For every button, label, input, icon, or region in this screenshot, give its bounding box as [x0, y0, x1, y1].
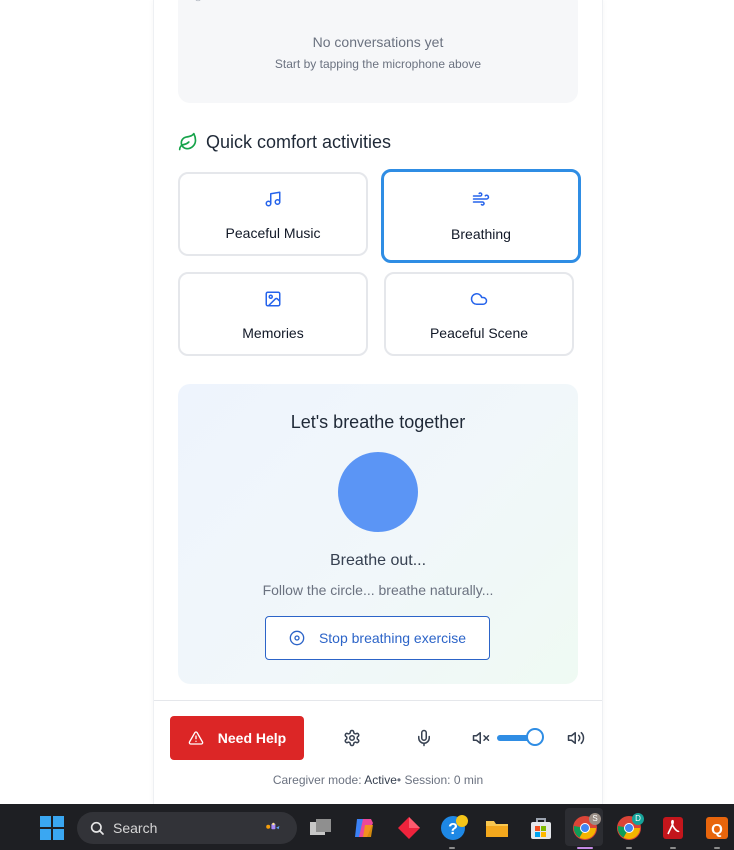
need-help-button[interactable]: Need Help: [170, 716, 304, 760]
cloud-icon: [470, 293, 488, 305]
breathing-circle: [338, 452, 418, 532]
notification-badge: [456, 815, 468, 827]
running-indicator: [714, 847, 720, 849]
breathing-panel: Let's breathe together Breathe out... Fo…: [178, 384, 578, 684]
conversation-history-box: ◡ No conversations yet Start by tapping …: [178, 0, 578, 103]
session-duration: Session: 0 min: [404, 773, 484, 787]
images-icon: [265, 291, 281, 307]
stop-circle-icon: [289, 630, 305, 646]
status-line: Caregiver mode: Active• Session: 0 min: [154, 773, 602, 787]
profile-badge-icon: D: [632, 813, 644, 825]
activities-title: Quick comfort activities: [206, 131, 392, 152]
activity-label: Peaceful Scene: [429, 325, 529, 341]
running-indicator: [670, 847, 676, 849]
running-indicator: [626, 847, 632, 849]
activity-memories[interactable]: Memories: [178, 272, 368, 356]
svg-text:Q: Q: [711, 821, 723, 838]
stop-breathing-button[interactable]: Stop breathing exercise: [265, 616, 490, 660]
microphone-icon[interactable]: [415, 729, 433, 747]
empty-conversations-title: No conversations yet: [312, 34, 444, 50]
active-indicator: [577, 847, 593, 849]
app-panel: ◡ No conversations yet Start by tapping …: [153, 0, 603, 804]
windows-start-icon[interactable]: [40, 816, 64, 840]
microsoft-store-icon[interactable]: [528, 815, 554, 841]
volume-slider[interactable]: [497, 728, 549, 748]
activity-label: Memories: [242, 325, 304, 341]
breathing-title: Let's breathe together: [290, 412, 466, 432]
search-highlight-art-icon: [266, 822, 280, 830]
status-separator: •: [396, 773, 402, 787]
activity-label: Breathing: [451, 226, 511, 242]
activity-label: Peaceful Music: [225, 225, 321, 241]
wind-icon: [472, 192, 490, 206]
leaf-icon: [178, 132, 197, 151]
search-icon: [90, 821, 104, 835]
file-explorer-icon[interactable]: [484, 815, 510, 841]
q-app-icon[interactable]: Q: [704, 815, 730, 841]
stop-breathing-label: Stop breathing exercise: [318, 630, 467, 646]
warning-icon: [188, 731, 204, 745]
running-indicator: [449, 847, 455, 849]
music-note-icon: [265, 191, 281, 207]
settings-gear-icon[interactable]: [343, 729, 361, 747]
empty-conversations-hint: Start by tapping the microphone above: [274, 57, 482, 71]
windows-taskbar: Search ? S D Q: [0, 804, 734, 850]
footer-divider: [154, 700, 602, 701]
copilot-icon[interactable]: [351, 815, 377, 841]
caregiver-mode-prefix: Caregiver mode:: [272, 773, 362, 787]
task-view-icon[interactable]: [308, 815, 334, 841]
activity-breathing[interactable]: Breathing: [381, 169, 581, 263]
volume-mute-icon[interactable]: [472, 729, 490, 747]
volume-up-icon[interactable]: [567, 729, 585, 747]
need-help-label: Need Help: [217, 730, 287, 746]
activity-peaceful-scene[interactable]: Peaceful Scene: [384, 272, 574, 356]
app-diamond-icon[interactable]: [396, 815, 422, 841]
breathing-hint: Follow the circle... breathe naturally..…: [262, 582, 494, 598]
acrobat-reader-icon[interactable]: [660, 815, 686, 841]
taskbar-search-label: Search: [113, 820, 158, 836]
caregiver-mode-value: Active: [364, 773, 397, 787]
taskbar-search[interactable]: Search: [77, 812, 297, 844]
breathing-phase: Breathe out...: [329, 552, 427, 569]
profile-badge-icon: S: [589, 813, 601, 825]
activity-peaceful-music[interactable]: Peaceful Music: [178, 172, 368, 256]
activities-heading: Quick comfort activities: [178, 131, 391, 153]
volume-knob[interactable]: [526, 728, 544, 746]
